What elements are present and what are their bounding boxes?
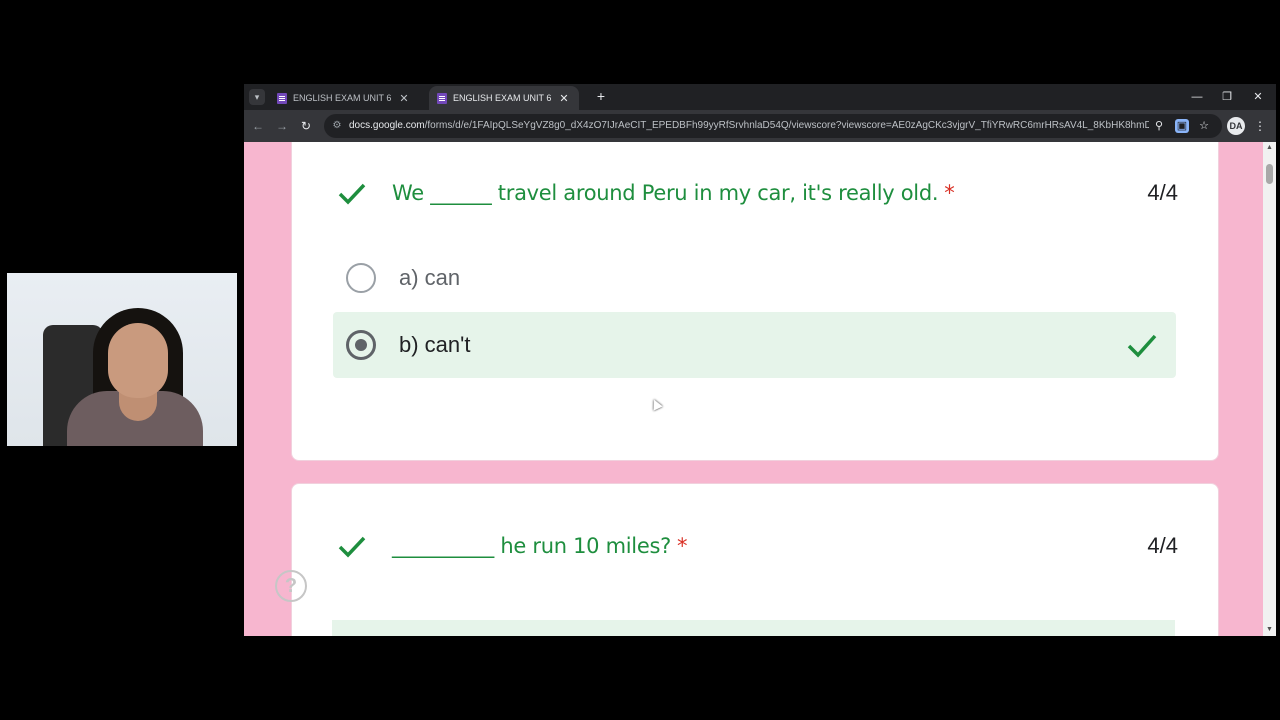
- tab-1[interactable]: ENGLISH EXAM UNIT 6 ✕: [269, 86, 419, 110]
- check-icon: [338, 183, 366, 205]
- tab-close-icon[interactable]: ✕: [557, 92, 571, 105]
- scroll-down-arrow-icon[interactable]: ▼: [1263, 624, 1276, 636]
- close-window-button[interactable]: ✕: [1243, 87, 1273, 107]
- required-asterisk: *: [676, 534, 688, 558]
- tab-strip: ▾ ENGLISH EXAM UNIT 6 ✕ ENGLISH EXAM UNI…: [244, 84, 1276, 110]
- question-text-content: __________ he run 10 miles?: [392, 534, 671, 558]
- radio-button-unselected[interactable]: [346, 263, 376, 293]
- google-forms-favicon-icon: [437, 92, 447, 104]
- tab-title: ENGLISH EXAM UNIT 6: [453, 93, 552, 103]
- question-header: __________ he run 10 miles? *: [337, 531, 687, 561]
- question-header: We ______ travel around Peru in my car, …: [337, 178, 955, 208]
- webcam-person-face: [108, 323, 168, 398]
- tab-title: ENGLISH EXAM UNIT 6: [293, 93, 392, 103]
- answer-option-correct[interactable]: b) can't: [333, 312, 1176, 378]
- check-icon: [1127, 334, 1157, 358]
- browser-toolbar: ← → ↻ ⚙ docs.google.com/forms/d/e/1FAIpQ…: [244, 110, 1276, 142]
- question-text-content: We ______ travel around Peru in my car, …: [392, 181, 939, 205]
- help-icon[interactable]: ?: [275, 570, 307, 602]
- google-lens-icon[interactable]: ▣: [1175, 119, 1189, 133]
- url-path: /forms/d/e/1FAIpQLSeYgVZ8g0_dX4zO7IJrAeC…: [424, 120, 1149, 131]
- option-label: b) can't: [399, 332, 471, 357]
- option-label: a) can: [399, 265, 461, 290]
- question-card: We ______ travel around Peru in my car, …: [291, 142, 1219, 461]
- site-info-icon[interactable]: ⚙: [330, 119, 344, 133]
- page-scrollbar[interactable]: ▲ ▼: [1263, 142, 1276, 636]
- google-forms-favicon-icon: [277, 92, 287, 104]
- check-icon: [338, 536, 366, 558]
- question-text: __________ he run 10 miles? *: [392, 534, 687, 558]
- restore-button[interactable]: ❐: [1212, 87, 1242, 107]
- question-text: We ______ travel around Peru in my car, …: [392, 181, 955, 205]
- forward-button[interactable]: →: [274, 118, 290, 134]
- bookmark-star-icon[interactable]: ☆: [1197, 119, 1211, 133]
- tab-2-active[interactable]: ENGLISH EXAM UNIT 6 ✕: [429, 86, 579, 110]
- question-score: 4/4: [1147, 180, 1178, 205]
- profile-avatar[interactable]: DA: [1227, 117, 1245, 135]
- back-button[interactable]: ←: [250, 118, 266, 134]
- scroll-up-arrow-icon[interactable]: ▲: [1263, 142, 1276, 154]
- browser-menu-icon[interactable]: ⋮: [1254, 117, 1266, 135]
- zoom-icon[interactable]: ⚲: [1152, 119, 1166, 133]
- answer-option[interactable]: a) can: [333, 245, 1176, 311]
- question-card: __________ he run 10 miles? * 4/4: [291, 483, 1219, 636]
- address-bar[interactable]: ⚙ docs.google.com/forms/d/e/1FAIpQLSeYgV…: [324, 114, 1222, 138]
- tab-search-button[interactable]: ▾: [249, 89, 265, 105]
- required-asterisk: *: [944, 181, 955, 205]
- webcam-video: [7, 273, 237, 446]
- scrollbar-thumb[interactable]: [1266, 164, 1273, 184]
- page-viewport: We ______ travel around Peru in my car, …: [244, 142, 1276, 636]
- minimize-button[interactable]: —: [1182, 87, 1212, 107]
- radio-button-selected[interactable]: [346, 330, 376, 360]
- question-score: 4/4: [1147, 533, 1178, 558]
- reload-button[interactable]: ↻: [298, 118, 314, 134]
- url-host: docs.google.com: [349, 120, 425, 131]
- tab-close-icon[interactable]: ✕: [397, 92, 411, 105]
- answer-option-partial[interactable]: [332, 620, 1175, 636]
- browser-window: ▾ ENGLISH EXAM UNIT 6 ✕ ENGLISH EXAM UNI…: [244, 84, 1276, 636]
- new-tab-button[interactable]: +: [593, 88, 609, 104]
- url-text: docs.google.com/forms/d/e/1FAIpQLSeYgVZ8…: [349, 114, 1149, 138]
